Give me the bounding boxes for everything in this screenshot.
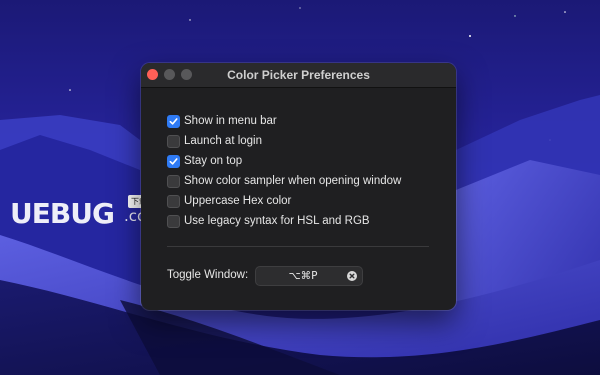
option-label: Show in menu bar <box>184 115 277 127</box>
option-label: Stay on top <box>184 155 243 167</box>
show-color-sampler-checkbox[interactable] <box>167 174 180 188</box>
uppercase-hex-checkbox[interactable] <box>167 194 180 208</box>
show-in-menu-bar-checkbox[interactable] <box>167 114 180 128</box>
option-label: Use legacy syntax for HSL and RGB <box>184 215 370 227</box>
legacy-syntax-checkbox[interactable] <box>167 214 180 228</box>
stay-on-top-checkbox[interactable] <box>167 154 180 168</box>
checkmark-icon <box>169 157 178 165</box>
window-title: Color Picker Preferences <box>227 68 370 82</box>
option-label: Show color sampler when opening window <box>184 175 402 187</box>
preferences-options: Show in menu bar Launch at login Stay on… <box>167 111 401 231</box>
option-legacy-syntax[interactable]: Use legacy syntax for HSL and RGB <box>167 211 401 231</box>
option-label: Uppercase Hex color <box>184 195 292 207</box>
option-launch-at-login[interactable]: Launch at login <box>167 131 401 151</box>
launch-at-login-checkbox[interactable] <box>167 134 180 148</box>
toggle-window-label: Toggle Window: <box>167 269 249 281</box>
toggle-window-row: Toggle Window: <box>167 265 248 285</box>
section-divider <box>167 246 429 247</box>
clear-shortcut-button[interactable] <box>347 271 357 281</box>
option-uppercase-hex[interactable]: Uppercase Hex color <box>167 191 401 211</box>
option-show-color-sampler[interactable]: Show color sampler when opening window <box>167 171 401 191</box>
shortcut-value: ⌥⌘P <box>288 270 318 282</box>
checkmark-icon <box>169 117 178 125</box>
preferences-window: Color Picker Preferences Show in menu ba… <box>141 63 456 310</box>
clear-circle-x-icon <box>349 273 355 279</box>
option-stay-on-top[interactable]: Stay on top <box>167 151 401 171</box>
option-show-in-menu-bar[interactable]: Show in menu bar <box>167 111 401 131</box>
shortcut-recorder-field[interactable]: ⌥⌘P <box>255 266 363 286</box>
title-bar[interactable]: Color Picker Preferences <box>141 63 456 88</box>
option-label: Launch at login <box>184 135 263 147</box>
watermark-text: UEBUG <box>10 197 115 230</box>
